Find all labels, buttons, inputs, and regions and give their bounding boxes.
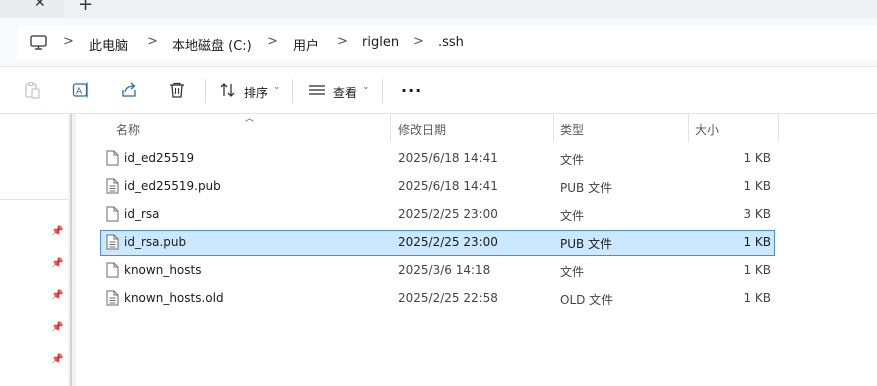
file-modified: 2025/2/25 23:00	[398, 235, 498, 249]
pane-splitter[interactable]	[70, 114, 72, 386]
command-bar: A 排序 ⌄ 查看 ⌄ ···	[0, 67, 877, 114]
nav-divider	[0, 199, 68, 200]
file-size: 1 KB	[743, 179, 771, 193]
text-file-icon	[106, 234, 119, 253]
column-header-name[interactable]: 名称	[116, 121, 140, 138]
file-name: id_rsa.pub	[124, 235, 187, 249]
view-lines-icon	[308, 81, 326, 102]
svg-text:A: A	[76, 87, 83, 97]
paste-icon[interactable]	[23, 81, 41, 102]
text-file-icon	[106, 178, 119, 197]
sort-icon	[219, 81, 237, 102]
file-row[interactable]: id_ed25519 2025/6/18 14:41 文件 1 KB	[100, 146, 775, 172]
file-name: known_hosts	[124, 263, 202, 277]
column-header-size[interactable]: 大小	[695, 121, 719, 138]
more-options-button[interactable]: ···	[401, 81, 422, 100]
pin-icon[interactable]: 📌	[51, 290, 63, 301]
pin-icon[interactable]: 📌	[51, 354, 63, 365]
file-type: OLD 文件	[560, 293, 614, 307]
toolbar-divider	[382, 79, 383, 103]
view-label: 查看	[333, 86, 358, 100]
file-size: 1 KB	[743, 291, 771, 305]
file-modified: 2025/2/25 22:58	[398, 291, 498, 305]
file-name: known_hosts.old	[124, 291, 224, 305]
file-row[interactable]: id_rsa 2025/2/25 23:00 文件 3 KB	[100, 202, 775, 228]
breadcrumb-chevron-icon[interactable]: >	[413, 34, 424, 49]
breadcrumb-chevron-icon[interactable]: >	[147, 34, 158, 49]
file-modified: 2025/3/6 14:18	[398, 263, 491, 277]
address-bar: > 此电脑 > 本地磁盘 (C:) > 用户 > riglen > .ssh	[0, 18, 877, 67]
file-size: 1 KB	[743, 151, 771, 165]
blank-file-icon	[106, 262, 119, 281]
column-divider[interactable]	[688, 114, 689, 142]
chevron-down-icon: ⌄	[362, 82, 370, 92]
file-name: id_ed25519.pub	[124, 179, 221, 193]
new-tab-button[interactable]: +	[78, 0, 93, 15]
column-divider[interactable]	[390, 114, 391, 142]
column-header-modified[interactable]: 修改日期	[398, 121, 446, 138]
sort-ascending-icon: ︿	[245, 114, 255, 124]
breadcrumb[interactable]: > 此电脑 > 本地磁盘 (C:) > 用户 > riglen > .ssh	[17, 26, 877, 60]
file-name: id_rsa	[124, 207, 160, 221]
file-row[interactable]: known_hosts 2025/3/6 14:18 文件 1 KB	[100, 258, 775, 284]
tab-strip: ✕ +	[0, 0, 877, 18]
file-row[interactable]: id_ed25519.pub 2025/6/18 14:41 PUB 文件 1 …	[100, 174, 775, 200]
column-header: ︿ 名称 修改日期 类型 大小	[82, 114, 877, 142]
file-type: PUB 文件	[560, 181, 613, 195]
text-file-icon	[106, 290, 119, 309]
chevron-down-icon: ⌄	[273, 82, 281, 92]
pin-icon[interactable]: 📌	[51, 258, 63, 269]
breadcrumb-chevron-icon[interactable]: >	[337, 34, 348, 49]
file-type: 文件	[560, 153, 585, 167]
share-icon[interactable]	[120, 81, 138, 102]
breadcrumb-chevron-icon[interactable]: >	[267, 34, 278, 49]
file-type: PUB 文件	[560, 237, 613, 251]
breadcrumb-item-users[interactable]: 用户	[293, 35, 319, 54]
file-modified: 2025/6/18 14:41	[398, 179, 498, 193]
file-size: 3 KB	[743, 207, 771, 221]
pin-icon[interactable]: 📌	[51, 322, 63, 333]
toolbar-divider	[205, 79, 206, 103]
file-type: 文件	[560, 265, 585, 279]
file-size: 1 KB	[743, 263, 771, 277]
window-tab[interactable]: ✕	[0, 0, 64, 18]
file-modified: 2025/2/25 23:00	[398, 207, 498, 221]
file-row[interactable]: known_hosts.old 2025/2/25 22:58 OLD 文件 1…	[100, 286, 775, 312]
breadcrumb-item-user-folder[interactable]: riglen	[362, 35, 399, 50]
file-modified: 2025/6/18 14:41	[398, 151, 498, 165]
file-row-selected[interactable]: id_rsa.pub 2025/2/25 23:00 PUB 文件 1 KB	[100, 230, 775, 256]
file-name: id_ed25519	[124, 151, 195, 165]
toolbar-divider	[292, 79, 293, 103]
breadcrumb-item-this-pc[interactable]: 此电脑	[89, 35, 128, 54]
navigation-pane: 📌 📌 📌 📌 📌	[0, 114, 68, 386]
breadcrumb-chevron-icon[interactable]: >	[63, 34, 74, 49]
file-size: 1 KB	[743, 235, 771, 249]
sort-label: 排序	[244, 86, 269, 100]
this-pc-icon[interactable]	[30, 35, 47, 53]
breadcrumb-item-ssh[interactable]: .ssh	[438, 35, 464, 50]
column-divider[interactable]	[553, 114, 554, 142]
rename-icon[interactable]: A	[72, 81, 90, 102]
column-header-type[interactable]: 类型	[560, 121, 584, 138]
delete-icon[interactable]	[168, 81, 186, 102]
breadcrumb-item-local-disk[interactable]: 本地磁盘 (C:)	[172, 35, 252, 54]
blank-file-icon	[106, 206, 119, 225]
blank-file-icon	[106, 150, 119, 169]
pin-icon[interactable]: 📌	[51, 226, 63, 237]
file-type: 文件	[560, 209, 585, 223]
close-tab-icon[interactable]: ✕	[34, 0, 46, 11]
column-divider[interactable]	[778, 114, 779, 142]
